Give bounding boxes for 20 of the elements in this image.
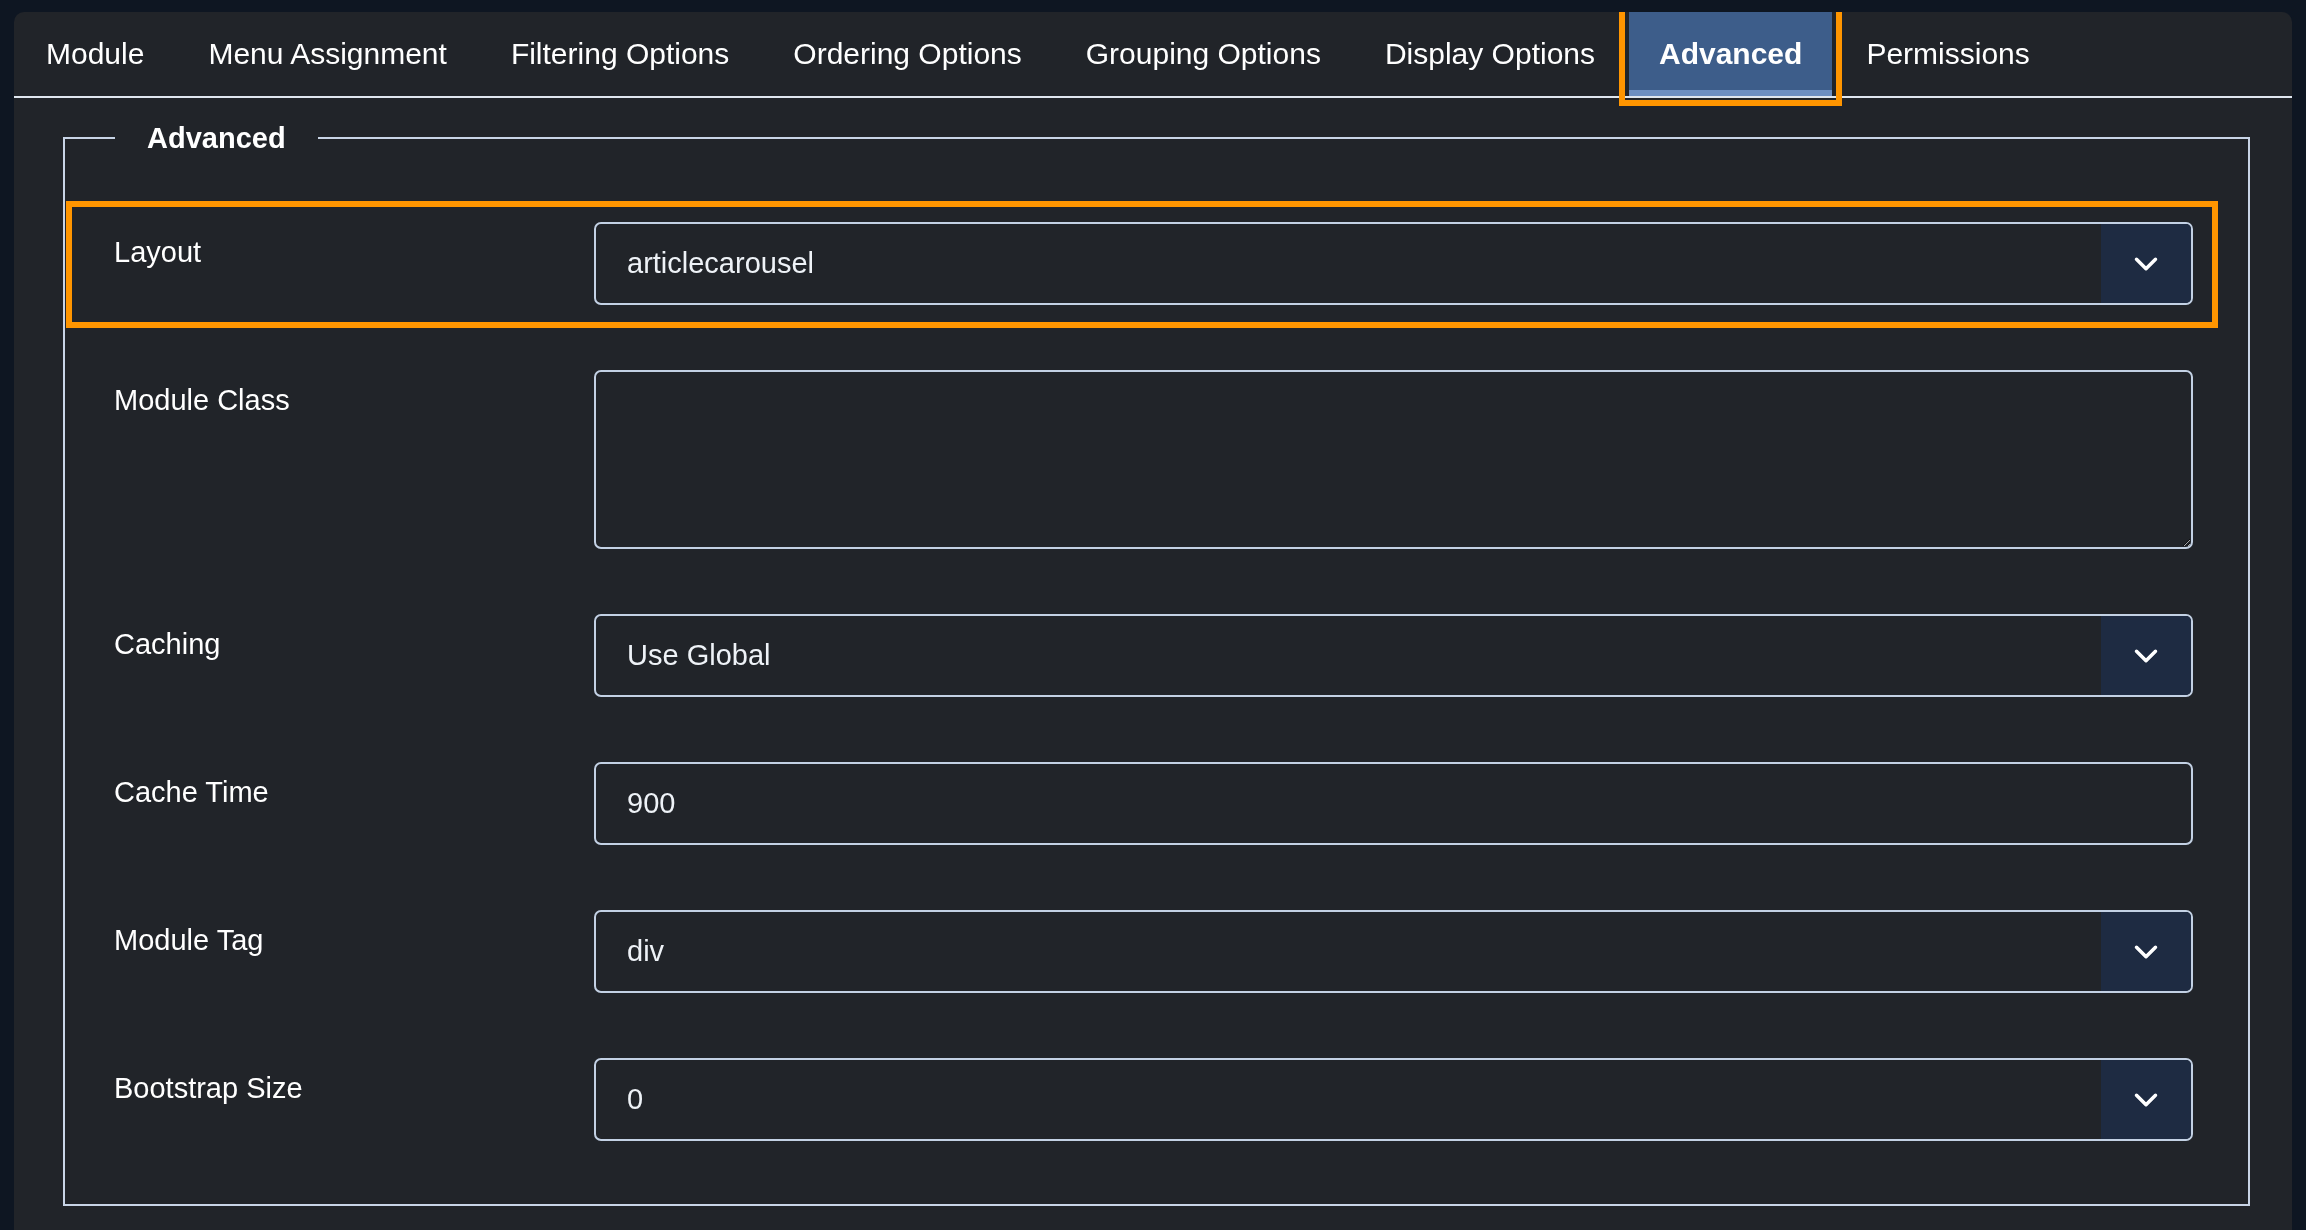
tab[interactable]: Module — [16, 12, 175, 96]
field-label: Bootstrap Size — [114, 1071, 304, 1106]
textarea-field[interactable] — [594, 370, 2193, 549]
select-dropdown[interactable]: div — [594, 910, 2193, 993]
field-label: Cache Time — [114, 775, 270, 810]
select-dropdown[interactable]: 0 — [594, 1058, 2193, 1141]
fieldset-legend: Advanced — [115, 120, 318, 156]
field-label: Module Tag — [114, 923, 265, 958]
select-dropdown[interactable]: articlecarousel — [594, 222, 2193, 305]
tab[interactable]: Filtering Options — [480, 12, 760, 96]
field-label: Module Class — [114, 383, 291, 418]
tab[interactable]: Grouping Options — [1055, 12, 1351, 96]
field-label: Layout — [114, 235, 203, 270]
field-label: Caching — [114, 627, 222, 662]
input-field[interactable]: 900 — [594, 762, 2193, 845]
tab[interactable]: Menu Assignment — [178, 12, 477, 96]
select-dropdown[interactable]: Use Global — [594, 614, 2193, 697]
tab[interactable]: Ordering Options — [763, 12, 1052, 96]
tab[interactable]: Display Options — [1354, 12, 1625, 96]
tab[interactable]: Permissions — [1836, 12, 2060, 96]
